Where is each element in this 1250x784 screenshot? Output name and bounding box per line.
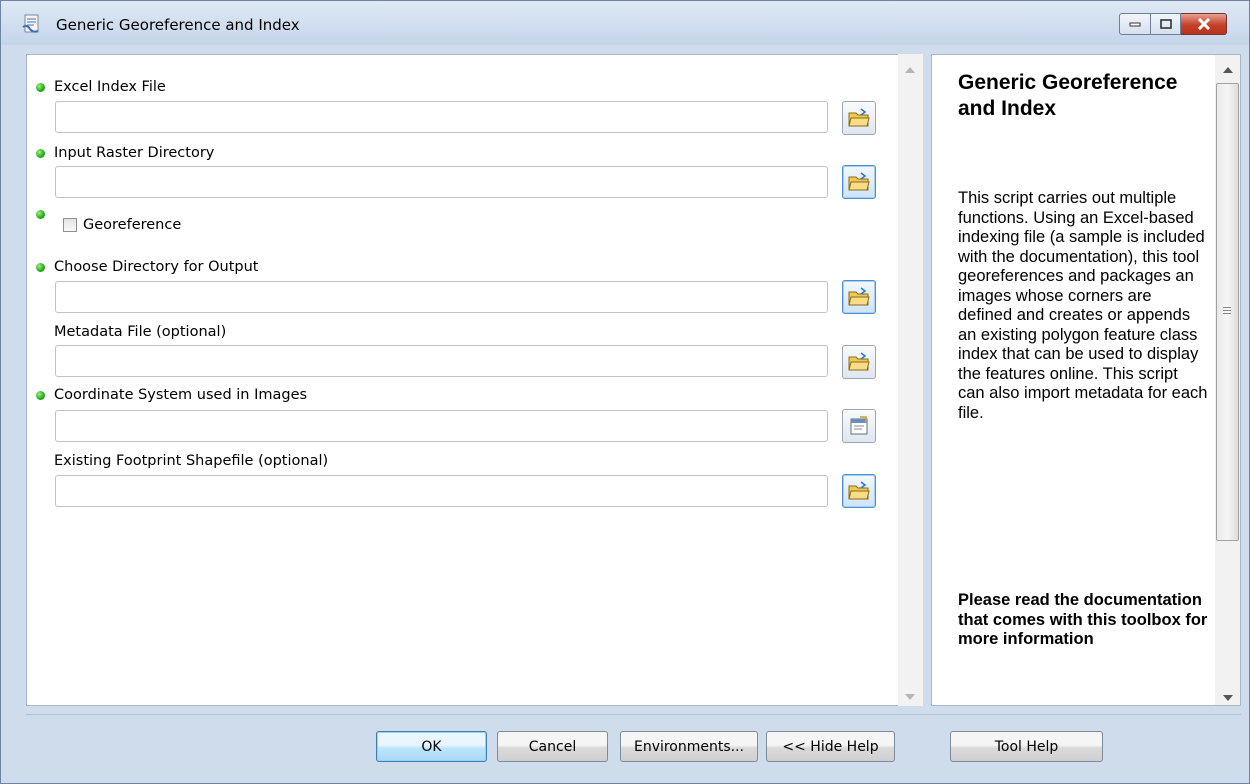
tool-help-button[interactable]: Tool Help [950,731,1103,762]
scroll-down-icon[interactable] [1223,695,1233,701]
param-label-excel-index-file: Excel Index File [54,79,166,95]
title-bar[interactable]: Generic Georeference and Index [1,1,1249,45]
maximize-icon [1159,19,1172,29]
param-label-footprint-shapefile: Existing Footprint Shapefile (optional) [54,453,329,469]
param-label-coordinate-system: Coordinate System used in Images [54,387,308,403]
param-label-input-raster-directory: Input Raster Directory [54,145,215,161]
open-folder-icon [848,481,870,500]
output-directory-input[interactable] [55,281,828,313]
open-folder-icon [848,108,870,127]
required-icon [36,83,45,92]
properties-icon [850,416,868,435]
open-folder-icon [848,352,870,371]
parameters-scrollbar[interactable] [898,54,923,706]
cancel-button[interactable]: Cancel [497,731,608,762]
tool-dialog-window: Generic Georeference and Index Excel Ind… [0,0,1250,784]
coordinate-system-input[interactable] [55,410,828,442]
script-tool-icon [22,14,39,33]
close-icon [1197,18,1210,30]
maximize-button[interactable] [1151,13,1181,35]
window-title: Generic Georeference and Index [56,16,300,34]
input-raster-directory-browse-button[interactable] [842,165,876,199]
ok-button[interactable]: OK [376,731,487,762]
required-icon [36,391,45,400]
georeference-label: Georeference [83,217,182,233]
scroll-down-icon[interactable] [905,694,915,700]
minimize-icon [1129,22,1141,27]
excel-index-file-input[interactable] [55,101,828,133]
scroll-grip [1223,307,1231,308]
help-description: This script carries out multiple functio… [958,189,1208,422]
input-raster-directory-input[interactable] [55,166,828,198]
scroll-up-icon[interactable] [1223,67,1233,73]
help-note: Please read the documentation that comes… [958,591,1208,648]
scroll-grip [1223,310,1231,311]
hide-help-button[interactable]: << Hide Help [766,731,895,762]
footprint-shapefile-input[interactable] [55,475,828,507]
minimize-button[interactable] [1119,13,1151,35]
georeference-checkbox[interactable] [63,218,77,232]
scroll-up-icon[interactable] [905,67,915,73]
open-folder-icon [848,172,870,191]
output-directory-browse-button[interactable] [842,280,876,314]
metadata-file-input[interactable] [55,345,828,377]
help-title: Generic Georeference and Index [958,71,1178,120]
scroll-grip [1223,313,1231,314]
metadata-file-browse-button[interactable] [842,345,876,379]
required-icon [36,149,45,158]
footprint-shapefile-browse-button[interactable] [842,474,876,508]
excel-index-file-browse-button[interactable] [842,101,876,135]
environments-button[interactable]: Environments... [620,731,758,762]
required-icon [36,263,45,272]
close-button[interactable] [1181,13,1227,35]
help-scrollbar-thumb[interactable] [1216,83,1239,541]
open-folder-icon [848,287,870,306]
param-label-output-directory: Choose Directory for Output [54,259,259,275]
param-label-metadata-file: Metadata File (optional) [54,324,227,340]
required-icon [36,210,45,219]
coordinate-system-properties-button[interactable] [842,409,876,443]
footer-divider [26,714,1241,715]
